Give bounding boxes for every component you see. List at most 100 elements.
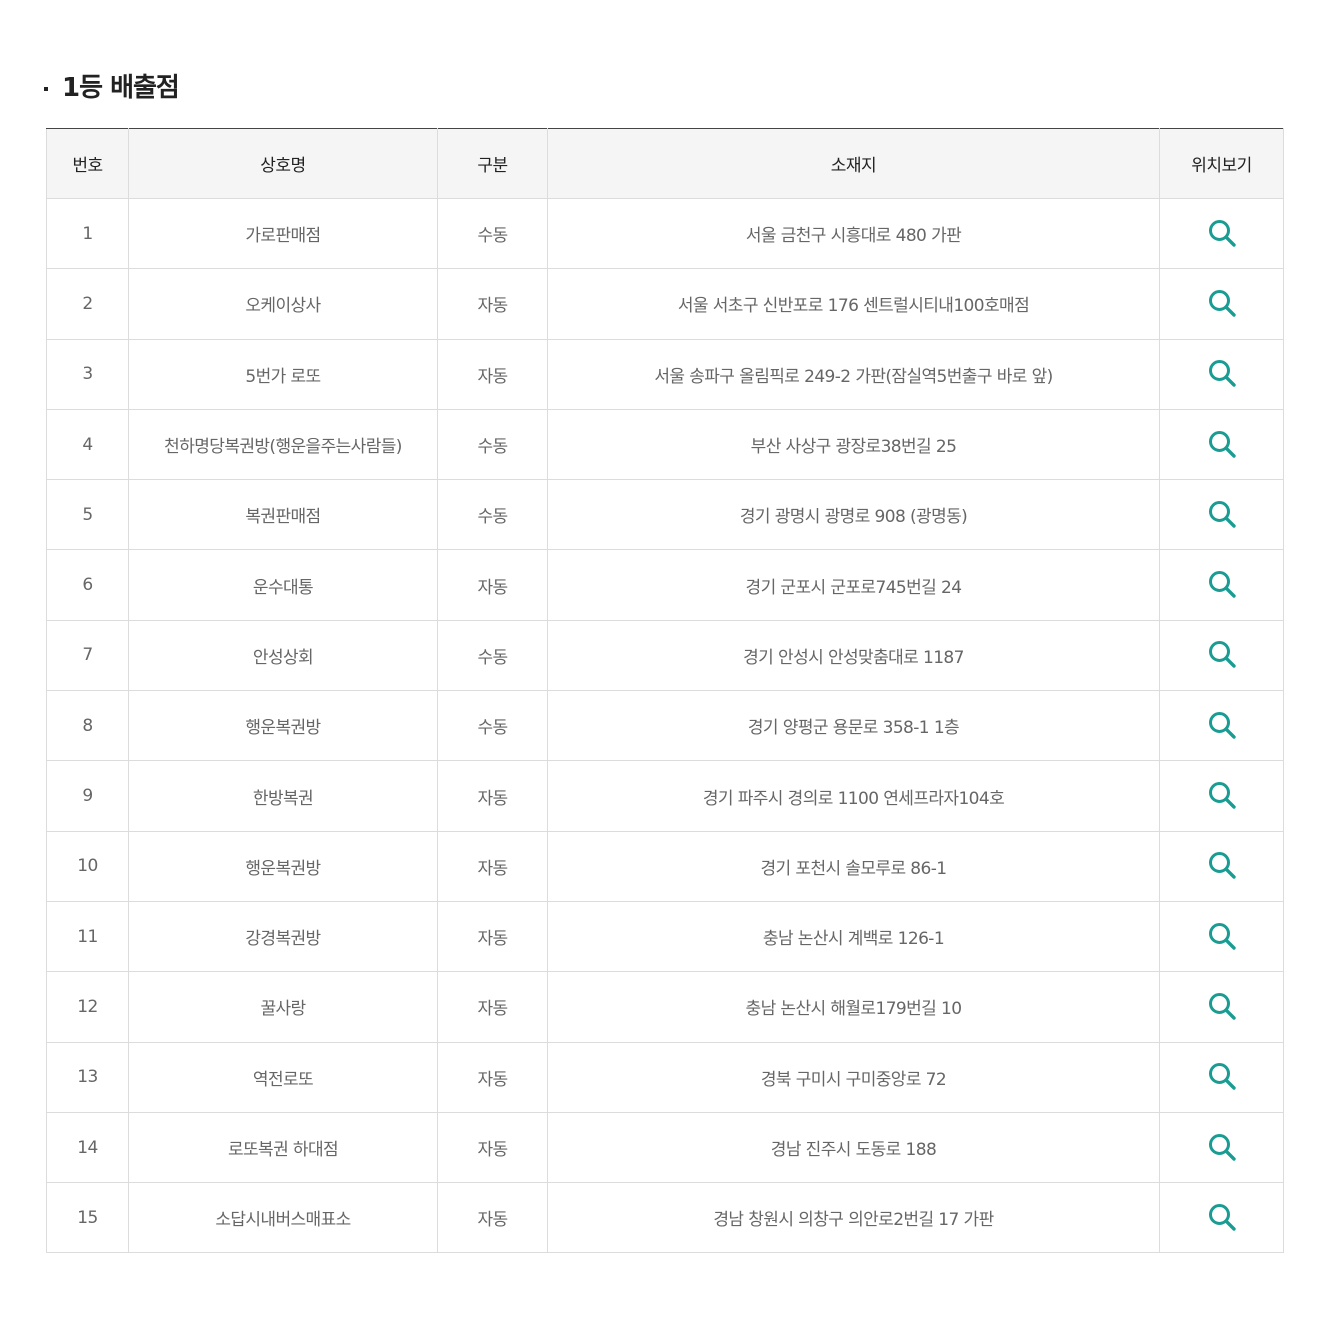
- search-icon: [1208, 641, 1236, 669]
- table-row: 9 한방복권 자동 경기 파주시 경의로 1100 연세프라자104호: [46, 760, 1284, 832]
- table-row: 2 오케이상사 자동 서울 서초구 신반포로 176 센트럴시티내100호매점: [46, 268, 1284, 340]
- cell-view-location: [1159, 690, 1284, 762]
- table-row: 14 로또복권 하대점 자동 경남 진주시 도동로 188: [46, 1111, 1284, 1184]
- cell-address: 서울 금천구 시흥대로 480 가판: [547, 197, 1160, 270]
- cell-address: 경북 구미시 구미중앙로 72: [547, 1041, 1160, 1113]
- table-row: 8 행운복권방 수동 경기 양평군 용문로 358-1 1층: [46, 690, 1284, 762]
- cell-number: 9: [46, 760, 129, 832]
- search-icon: [1208, 360, 1236, 387]
- cell-store-name: 오케이상사: [128, 268, 438, 340]
- view-location-button[interactable]: [1204, 636, 1240, 672]
- cell-store-name: 로또복권 하대점: [128, 1111, 438, 1184]
- cell-address: 경기 광명시 광명로 908 (광명동): [547, 479, 1160, 551]
- view-location-button[interactable]: [1204, 496, 1240, 532]
- search-icon: [1208, 571, 1236, 598]
- cell-number: 6: [46, 549, 129, 621]
- view-location-button[interactable]: [1204, 215, 1240, 251]
- cell-address: 충남 논산시 계백로 126-1: [547, 900, 1160, 973]
- cell-view-location: [1159, 1111, 1284, 1184]
- cell-number: 4: [46, 408, 129, 481]
- header-row: 번호 상호명 구분 소재지 위치보기: [46, 128, 1284, 199]
- view-location-button[interactable]: [1204, 1199, 1240, 1235]
- cell-type: 자동: [437, 1182, 548, 1254]
- cell-view-location: [1159, 408, 1284, 481]
- view-location-button[interactable]: [1204, 847, 1240, 883]
- cell-view-location: [1159, 900, 1284, 973]
- page-title: 1등 배출점: [62, 73, 180, 103]
- cell-type: 수동: [437, 619, 548, 692]
- cell-address: 경기 포천시 솔모루로 86-1: [547, 830, 1160, 902]
- view-location-button[interactable]: [1204, 988, 1240, 1024]
- table-row: 12 꿀사랑 자동 충남 논산시 해월로179번길 10: [46, 971, 1284, 1043]
- cell-address: 경기 양평군 용문로 358-1 1층: [547, 690, 1160, 762]
- view-location-button[interactable]: [1204, 566, 1240, 602]
- cell-store-name: 행운복권방: [128, 690, 438, 762]
- cell-store-name: 강경복권방: [128, 900, 438, 973]
- search-icon: [1208, 1063, 1236, 1090]
- cell-type: 자동: [437, 549, 548, 621]
- cell-store-name: 꿀사랑: [128, 971, 438, 1043]
- cell-address: 서울 송파구 올림픽로 249-2 가판(잠실역5번출구 바로 앞): [547, 338, 1160, 410]
- table-row: 5 복권판매점 수동 경기 광명시 광명로 908 (광명동): [46, 479, 1284, 551]
- cell-number: 2: [46, 268, 129, 340]
- cell-type: 수동: [437, 690, 548, 762]
- table-row: 15 소답시내버스매표소 자동 경남 창원시 의창구 의안로2번길 17 가판: [46, 1182, 1284, 1254]
- title-bullet: [44, 87, 48, 91]
- cell-store-name: 행운복권방: [128, 830, 438, 902]
- cell-store-name: 천하명당복권방(행운을주는사람들): [128, 408, 438, 481]
- table-body: 1 가로판매점 수동 서울 금천구 시흥대로 480 가판 2 오케이상사 자동 서울 서초구…: [46, 197, 1284, 1254]
- cell-number: 5: [46, 479, 129, 551]
- view-location-button[interactable]: [1204, 285, 1240, 321]
- view-location-button[interactable]: [1204, 1058, 1240, 1094]
- cell-number: 8: [46, 690, 129, 762]
- cell-store-name: 가로판매점: [128, 197, 438, 270]
- cell-view-location: [1159, 268, 1284, 340]
- cell-type: 자동: [437, 760, 548, 832]
- cell-address: 부산 사상구 광장로38번길 25: [547, 408, 1160, 481]
- cell-view-location: [1159, 760, 1284, 832]
- column-header-store-name: 상호명: [128, 128, 438, 199]
- cell-view-location: [1159, 549, 1284, 621]
- cell-number: 7: [46, 619, 129, 692]
- cell-view-location: [1159, 1041, 1284, 1113]
- column-header-address: 소재지: [547, 128, 1160, 199]
- search-icon: [1208, 1203, 1236, 1231]
- search-icon: [1208, 500, 1236, 528]
- cell-number: 1: [46, 197, 129, 270]
- search-icon: [1208, 430, 1236, 458]
- view-location-button[interactable]: [1204, 777, 1240, 813]
- cell-view-location: [1159, 830, 1284, 902]
- cell-type: 자동: [437, 1041, 548, 1113]
- view-location-button[interactable]: [1204, 1129, 1240, 1165]
- search-icon: [1208, 1133, 1236, 1161]
- table-row: 6 운수대통 자동 경기 군포시 군포로745번길 24: [46, 549, 1284, 621]
- view-location-button[interactable]: [1204, 707, 1240, 743]
- cell-type: 자동: [437, 900, 548, 973]
- cell-number: 10: [46, 830, 129, 902]
- search-icon: [1208, 711, 1236, 739]
- cell-store-name: 안성상회: [128, 619, 438, 692]
- table-row: 1 가로판매점 수동 서울 금천구 시흥대로 480 가판: [46, 197, 1284, 270]
- table-header: 번호 상호명 구분 소재지 위치보기: [46, 128, 1284, 199]
- cell-number: 3: [46, 338, 129, 410]
- view-location-button[interactable]: [1204, 355, 1240, 391]
- cell-type: 자동: [437, 1111, 548, 1184]
- view-location-button[interactable]: [1204, 918, 1240, 954]
- cell-store-name: 복권판매점: [128, 479, 438, 551]
- cell-view-location: [1159, 479, 1284, 551]
- column-header-view-location: 위치보기: [1159, 128, 1284, 199]
- cell-number: 14: [46, 1111, 129, 1184]
- cell-view-location: [1159, 619, 1284, 692]
- cell-store-name: 소답시내버스매표소: [128, 1182, 438, 1254]
- cell-view-location: [1159, 971, 1284, 1043]
- winners-table: 번호 상호명 구분 소재지 위치보기 1 가로판매점 수동 서울 금천구 시흥대로 4…: [46, 128, 1284, 1254]
- cell-number: 13: [46, 1041, 129, 1113]
- search-icon: [1208, 219, 1236, 247]
- cell-type: 수동: [437, 408, 548, 481]
- table-row: 7 안성상회 수동 경기 안성시 안성맞춤대로 1187: [46, 619, 1284, 692]
- cell-number: 15: [46, 1182, 129, 1254]
- section-title: 1등 배출점: [44, 70, 180, 106]
- view-location-button[interactable]: [1204, 426, 1240, 462]
- cell-address: 경남 진주시 도동로 188: [547, 1111, 1160, 1184]
- cell-address: 충남 논산시 해월로179번길 10: [547, 971, 1160, 1043]
